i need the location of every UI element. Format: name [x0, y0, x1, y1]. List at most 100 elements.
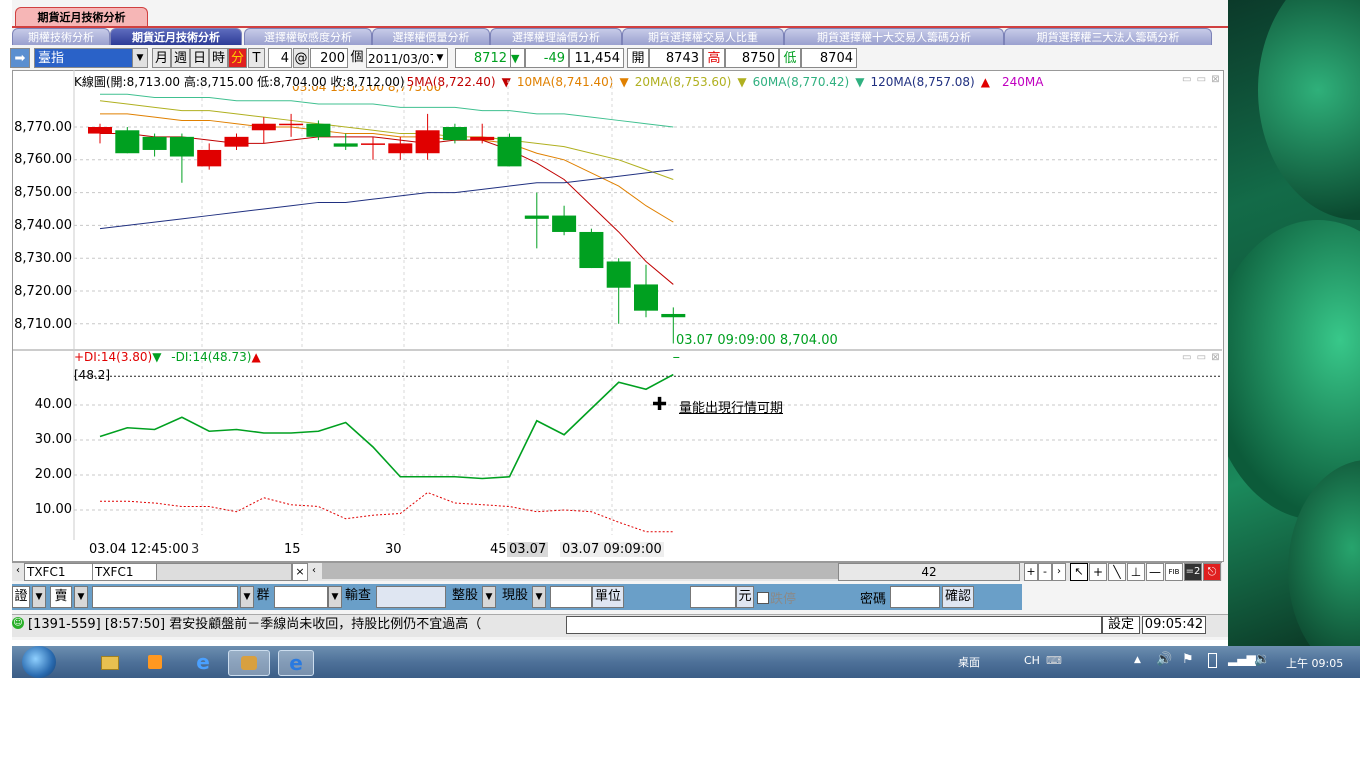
price-field[interactable]	[690, 586, 736, 608]
candle-body	[197, 149, 222, 167]
x-label: 03.07	[507, 542, 549, 557]
scroll-left-arrow[interactable]: ‹	[12, 563, 24, 579]
open-value: 8743	[649, 48, 703, 68]
top-tab-label: 期貨近月技術分析	[37, 11, 126, 24]
scroll-right-arrow[interactable]: ›	[1052, 563, 1066, 581]
zoom-out-button[interactable]: -	[1038, 563, 1052, 581]
count-input[interactable]: 200	[310, 48, 348, 68]
symbol-tab-2[interactable]: TXFC1	[92, 563, 158, 581]
query-field[interactable]	[376, 586, 446, 608]
scroll-thumb[interactable]: 42	[838, 563, 1020, 581]
candle-body	[306, 123, 331, 137]
symbol-tab-1[interactable]: TXFC1	[24, 563, 94, 581]
group-field[interactable]	[274, 586, 328, 608]
date-select[interactable]: 2011/03/07 ▼	[366, 48, 448, 68]
trading-app-taskbar-button[interactable]	[228, 650, 270, 676]
ie-icon[interactable]: e	[190, 650, 216, 674]
quantity-field[interactable]	[550, 586, 592, 608]
close-icon[interactable]: ×	[292, 563, 308, 581]
unit-label: 單位	[592, 586, 624, 608]
open-label: 開	[627, 48, 649, 68]
down-triangle-icon: ▼	[511, 48, 525, 68]
symbol-tab-scroll-area[interactable]	[156, 563, 292, 581]
chart-canvas[interactable]	[12, 70, 1222, 540]
candle-body	[279, 123, 304, 126]
pointer-tool-icon[interactable]: ↖	[1070, 563, 1088, 581]
line-tool-icon[interactable]: ╲	[1108, 563, 1126, 581]
candle-body	[224, 136, 249, 147]
order-type-field[interactable]: 證	[12, 586, 30, 608]
show-hidden-icons[interactable]: ▲	[1134, 655, 1141, 665]
fibo-tool-icon[interactable]: FIB	[1165, 563, 1183, 581]
media-player-icon[interactable]	[142, 650, 168, 674]
start-button[interactable]	[22, 646, 56, 678]
back-arrow-button[interactable]: ➡	[10, 48, 30, 68]
signal-icon[interactable]: ▂▄▆	[1228, 652, 1256, 666]
x-label: 3	[191, 542, 200, 557]
confirm-button[interactable]: 確認	[942, 586, 974, 608]
taskbar-clock[interactable]: 上午 09:05	[1286, 655, 1343, 671]
scroll-value: 42	[921, 565, 937, 579]
period-hour[interactable]: 時	[209, 48, 228, 68]
price-value: 8712	[455, 48, 511, 68]
tab-option-tech[interactable]: 期權技術分析	[12, 28, 110, 45]
message-field[interactable]	[566, 616, 1102, 634]
zoom-in-button[interactable]: +	[1024, 563, 1038, 581]
group-label: 群	[256, 588, 270, 603]
vline-tool-icon[interactable]: ⊥	[1127, 563, 1145, 581]
chevron-down-icon[interactable]: ▼	[532, 586, 546, 608]
interval-input[interactable]: 4	[268, 48, 292, 68]
password-field[interactable]	[890, 586, 940, 608]
period-tick[interactable]: T	[248, 48, 265, 68]
chevron-down-icon[interactable]: ▼	[32, 586, 46, 608]
explorer-icon[interactable]	[96, 650, 122, 674]
volume-value: 11,454	[569, 48, 624, 68]
lot-type-field[interactable]: 整股	[448, 586, 482, 608]
symbol-select[interactable]: 臺指 ▼	[34, 48, 148, 68]
ime-indicator[interactable]: CH	[1024, 654, 1040, 667]
crosshair-tool-icon[interactable]: +	[1089, 563, 1107, 581]
tab-option-volume-price[interactable]: 選擇權價量分析	[372, 28, 490, 45]
crosshair-move-icon[interactable]: ✚	[652, 394, 667, 415]
tab-trader-ratio[interactable]: 期貨選擇權交易人比重	[622, 28, 784, 45]
limit-down-checkbox[interactable]	[757, 592, 769, 604]
password-label: 密碼	[860, 592, 887, 607]
settings-button[interactable]: 設定	[1102, 616, 1140, 634]
chevron-down-icon[interactable]: ▼	[482, 586, 496, 608]
battery-icon[interactable]	[1208, 653, 1217, 668]
period-week[interactable]: 週	[171, 48, 190, 68]
status-message[interactable]: [1391-559] [8:57:50] 君安投顧盤前－季線尚未收回，持股比例仍…	[28, 616, 562, 634]
candle-body	[333, 143, 358, 147]
tab-futures-near-month[interactable]: 期貨近月技術分析	[110, 28, 242, 45]
account-field[interactable]	[92, 586, 238, 608]
tab-three-institutions[interactable]: 期貨選擇權三大法人籌碼分析	[1004, 28, 1212, 45]
tab-option-theory-price[interactable]: 選擇權理論價分析	[490, 28, 622, 45]
chevron-down-icon[interactable]: ▼	[74, 586, 88, 608]
chart-hscrollbar[interactable]	[322, 563, 842, 579]
split-tool-icon[interactable]: =2	[1184, 563, 1202, 581]
desktop-toolbar-label[interactable]: 桌面	[958, 654, 980, 670]
buy-sell-field[interactable]: 賣	[50, 586, 72, 608]
stock-type-field[interactable]: 現股	[498, 586, 532, 608]
at-label: @	[293, 48, 309, 68]
x-label: 03.07 09:09:00	[560, 542, 664, 557]
exit-tool-icon[interactable]: ⎋	[1203, 563, 1221, 581]
chevron-down-icon[interactable]: ▼	[132, 49, 147, 67]
scroll-left-arrow-2[interactable]: ‹	[308, 563, 320, 579]
tab-top10-traders[interactable]: 期貨選擇權十大交易人籌碼分析	[784, 28, 1004, 45]
chevron-down-icon[interactable]: ▼	[328, 586, 342, 608]
period-day[interactable]: 日	[190, 48, 209, 68]
hline-tool-icon[interactable]: —	[1146, 563, 1164, 581]
keyboard-icon[interactable]: ⌨	[1046, 654, 1062, 667]
query-button[interactable]: 輸查	[342, 586, 374, 608]
tab-option-sensitivity[interactable]: 選擇權敏感度分析	[244, 28, 372, 45]
flag-icon[interactable]: ⚑	[1182, 652, 1194, 667]
speaker-icon[interactable]: 🔊	[1156, 652, 1172, 667]
ie-window-icon[interactable]: e	[278, 650, 314, 676]
chevron-down-icon[interactable]: ▼	[433, 49, 447, 67]
chevron-down-icon[interactable]: ▼	[240, 586, 254, 608]
period-month[interactable]: 月	[152, 48, 171, 68]
top-tab[interactable]: 期貨近月技術分析	[15, 7, 148, 26]
volume-icon[interactable]: 🔉	[1254, 652, 1270, 667]
period-minute[interactable]: 分	[228, 48, 247, 68]
